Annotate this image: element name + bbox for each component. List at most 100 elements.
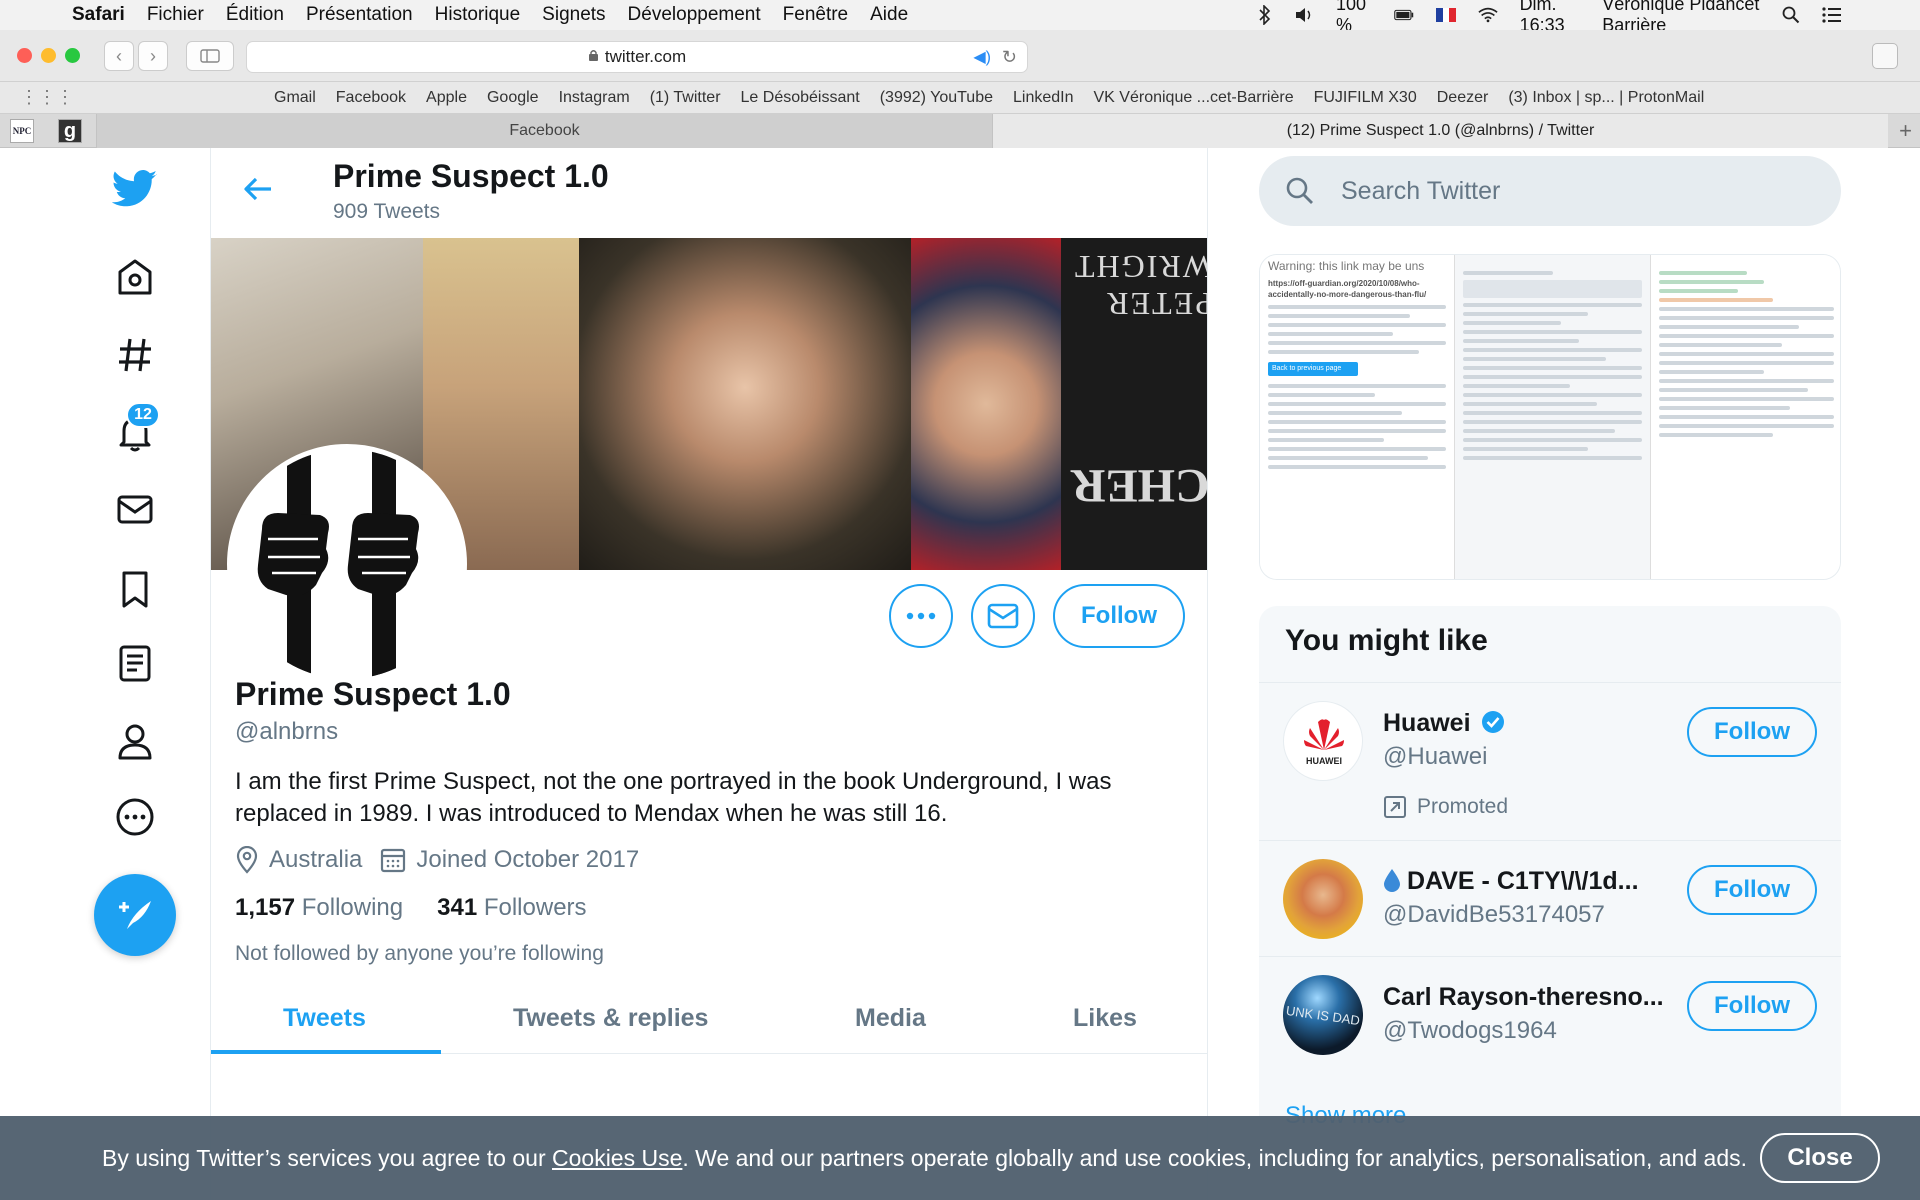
search-box[interactable]: Search Twitter: [1259, 156, 1841, 226]
tab-twitter[interactable]: (12) Prime Suspect 1.0 (@alnbrns) / Twit…: [992, 114, 1888, 148]
followers-link[interactable]: 341 Followers: [437, 894, 586, 922]
twitter-logo-icon[interactable]: [112, 166, 158, 212]
profile-avatar[interactable]: [227, 444, 467, 684]
pinned-tab-npc[interactable]: NPC: [10, 119, 34, 143]
home-icon[interactable]: [112, 254, 158, 300]
huawei-avatar: HUAWEI: [1283, 701, 1363, 781]
macos-menubar: Safari Fichier Édition Présentation Hist…: [0, 0, 1920, 35]
follow-button[interactable]: Follow: [1053, 584, 1185, 648]
follow-dave-button[interactable]: Follow: [1687, 865, 1817, 915]
profile-header-bar: Prime Suspect 1.0 909 Tweets: [211, 148, 1207, 238]
bookmark-instagram[interactable]: Instagram: [559, 89, 630, 107]
menu-signets[interactable]: Signets: [542, 4, 605, 26]
profile-handle: @alnbrns: [235, 718, 339, 745]
explore-hashtag-icon[interactable]: [112, 332, 158, 378]
notification-center-icon[interactable]: [1822, 5, 1842, 25]
suggestion-huawei[interactable]: HUAWEI Huawei @Huawei Promoted Follow: [1259, 682, 1841, 840]
compose-tweet-button[interactable]: [94, 874, 176, 956]
suggestion-handle: @Twodogs1964: [1383, 1017, 1557, 1044]
suggestion-name: DAVE - C1TY\/\/1d...: [1383, 867, 1639, 896]
tab-tweets[interactable]: Tweets: [283, 1004, 366, 1033]
menu-presentation[interactable]: Présentation: [306, 4, 413, 26]
book-title-text: SPYCATCHER: [1071, 459, 1207, 512]
bookmark-twitter[interactable]: (1) Twitter: [650, 89, 721, 107]
bluetooth-icon[interactable]: [1258, 5, 1272, 25]
app-menu[interactable]: Safari: [72, 4, 125, 26]
bookmark-youtube[interactable]: (3992) YouTube: [880, 89, 993, 107]
more-options-icon[interactable]: [112, 794, 158, 840]
bookmark-linkedin[interactable]: LinkedIn: [1013, 89, 1074, 107]
media-back-button: Back to previous page: [1268, 362, 1358, 376]
wifi-icon[interactable]: [1477, 5, 1498, 25]
follow-stats: 1,157 Following 341 Followers: [235, 894, 587, 922]
tab-overview-icon[interactable]: [1872, 43, 1898, 69]
profile-joined: Joined October 2017: [380, 846, 639, 874]
menu-historique[interactable]: Historique: [435, 4, 521, 26]
battery-icon[interactable]: [1393, 5, 1414, 25]
address-bar[interactable]: twitter.com ◀) ↻: [246, 41, 1028, 73]
more-actions-button[interactable]: [889, 584, 953, 648]
banner-photo-3: [579, 238, 911, 570]
follow-carl-button[interactable]: Follow: [1687, 981, 1817, 1031]
menu-edition[interactable]: Édition: [226, 4, 284, 26]
bookmark-vk[interactable]: VK Véronique ...cet-Barrière: [1094, 89, 1294, 107]
media-preview-card[interactable]: Warning: this link may be uns https://of…: [1259, 254, 1841, 580]
french-flag-icon[interactable]: [1435, 5, 1456, 25]
bookmark-le-desobeissant[interactable]: Le Désobéissant: [741, 89, 860, 107]
bookmark-gmail[interactable]: Gmail: [274, 89, 316, 107]
profile-icon[interactable]: [112, 718, 158, 764]
profile-meta: Australia Joined October 2017: [235, 846, 657, 874]
svg-text:HUAWEI: HUAWEI: [1306, 756, 1342, 766]
sidebar-toggle-icon[interactable]: [186, 41, 234, 71]
back-arrow-icon[interactable]: [243, 176, 273, 207]
suggestion-name: Huawei: [1383, 709, 1505, 738]
bookmark-protonmail[interactable]: (3) Inbox | sp... | ProtonMail: [1508, 89, 1704, 107]
tab-facebook[interactable]: Facebook: [96, 114, 992, 148]
bookmark-facebook[interactable]: Facebook: [336, 89, 406, 107]
tab-likes[interactable]: Likes: [1073, 1004, 1137, 1033]
reload-icon[interactable]: ↻: [1002, 47, 1017, 68]
back-button[interactable]: ‹: [104, 41, 134, 71]
menu-fichier[interactable]: Fichier: [147, 4, 204, 26]
messages-envelope-icon[interactable]: [112, 486, 158, 532]
not-followed-note: Not followed by anyone you’re following: [235, 942, 604, 965]
ellipsis-icon: [906, 612, 936, 620]
tab-tweets-replies[interactable]: Tweets & replies: [513, 1004, 708, 1033]
cookie-close-button[interactable]: Close: [1760, 1133, 1880, 1183]
left-navigation: 12: [0, 148, 210, 1200]
following-link[interactable]: 1,157 Following: [235, 894, 403, 922]
cookies-use-link[interactable]: Cookies Use: [552, 1145, 682, 1171]
new-tab-icon[interactable]: +: [1899, 118, 1912, 144]
minimize-window-button[interactable]: [41, 48, 56, 63]
bookmark-google[interactable]: Google: [487, 89, 539, 107]
bookmarks-icon[interactable]: [112, 566, 158, 612]
profile-location: Australia: [235, 846, 362, 874]
lists-icon[interactable]: [112, 640, 158, 686]
audio-playing-icon[interactable]: ◀): [973, 47, 991, 67]
fullscreen-window-button[interactable]: [65, 48, 80, 63]
top-sites-grid-icon[interactable]: ⋮⋮⋮: [20, 87, 74, 108]
search-input[interactable]: Search Twitter: [1341, 177, 1500, 206]
tab-media[interactable]: Media: [855, 1004, 926, 1033]
pinned-tab-g[interactable]: g: [58, 119, 82, 143]
menu-fenetre[interactable]: Fenêtre: [783, 4, 848, 26]
message-button[interactable]: [971, 584, 1035, 648]
suggestion-name: Carl Rayson-theresno...: [1383, 983, 1664, 1011]
water-drop-icon: [1384, 869, 1400, 892]
close-window-button[interactable]: [17, 48, 32, 63]
bookmark-apple[interactable]: Apple: [426, 89, 467, 107]
suggestion-dave[interactable]: DAVE - C1TY\/\/1d... @DavidBe53174057 Fo…: [1259, 840, 1841, 956]
search-icon: [1286, 177, 1313, 204]
volume-icon[interactable]: [1294, 5, 1314, 25]
tab-facebook-label: Facebook: [509, 122, 580, 139]
follow-huawei-button[interactable]: Follow: [1687, 707, 1817, 757]
bookmark-deezer[interactable]: Deezer: [1437, 89, 1489, 107]
media-column-2: [1454, 255, 1650, 579]
forward-button[interactable]: ›: [138, 41, 168, 71]
bookmark-fujifilm[interactable]: FUJIFILM X30: [1314, 89, 1417, 107]
spotlight-search-icon[interactable]: [1782, 5, 1800, 25]
suggestion-carl[interactable]: UNK IS DAD Carl Rayson-theresno... @Twod…: [1259, 956, 1841, 1072]
menu-developpement[interactable]: Développement: [628, 4, 761, 26]
menu-aide[interactable]: Aide: [870, 4, 908, 26]
right-sidebar: Search Twitter Warning: this link may be…: [1258, 148, 1842, 1200]
